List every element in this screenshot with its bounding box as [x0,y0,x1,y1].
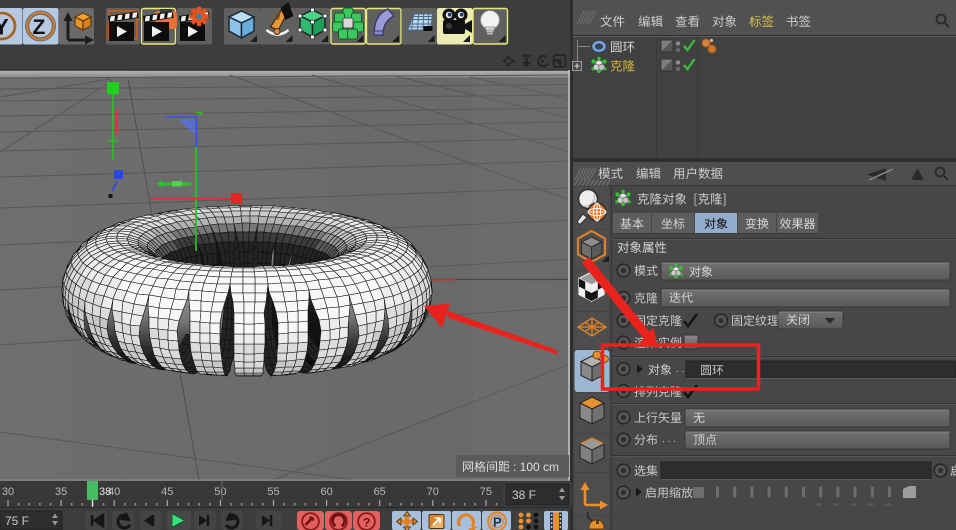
svg-text:Z: Z [33,16,46,39]
svg-text:75: 75 [480,486,492,498]
svg-text:38: 38 [99,486,111,498]
svg-text:P: P [493,515,502,530]
svg-text:Y: Y [0,15,9,40]
svg-text:?: ? [363,516,370,530]
svg-text:30: 30 [2,486,14,498]
svg-text:65: 65 [374,486,386,498]
svg-text:60: 60 [320,486,332,498]
svg-text:55: 55 [267,486,279,498]
svg-text:70: 70 [427,486,439,498]
svg-text:. .: . . [676,364,684,375]
svg-text:75 F: 75 F [5,514,29,528]
svg-text:: 100 cm: : 100 cm [513,460,559,474]
svg-text:. . .: . . . [662,434,676,445]
svg-text:38 F: 38 F [512,488,536,502]
svg-text:50: 50 [214,486,226,498]
svg-text:45: 45 [161,486,173,498]
svg-text:35: 35 [55,486,67,498]
